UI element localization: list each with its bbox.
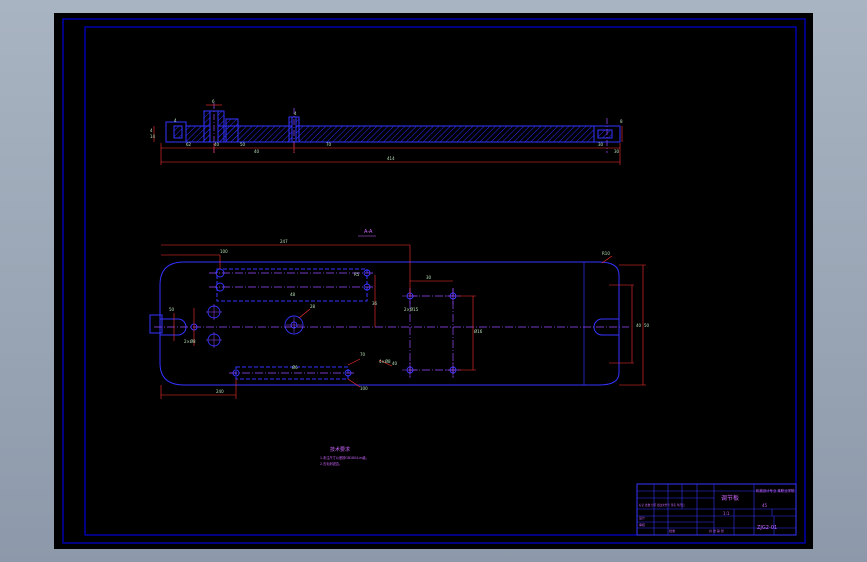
plan-dim-2: 100	[220, 249, 228, 254]
section-dim-11: 414	[387, 156, 395, 161]
plan-dim-12: 28	[310, 304, 316, 309]
section-dim-2: 62	[186, 142, 192, 147]
plan-dim-16: 50	[169, 307, 175, 312]
title-designer: 设计	[639, 515, 645, 520]
title-approval: 批准	[669, 528, 675, 533]
plan-dim-9: 40	[636, 323, 642, 328]
notes-title: 技术要求	[330, 446, 350, 453]
plan-dim-17: 2×Ø8	[184, 339, 196, 344]
plan-dim-11: Ø6	[292, 365, 298, 370]
section-dim-14: 4	[294, 111, 297, 116]
plate-outline	[159, 261, 620, 386]
section-dim-8: 70	[326, 142, 332, 147]
plan-dim-7: 2×Ø15	[404, 307, 419, 312]
plan-dim-8: R10	[602, 251, 610, 256]
title-drawing-no: ZJG2-01	[757, 525, 777, 531]
drawing-sheet: 4 62 40 50 14 6 4 70 40 30 414 30 8 4 A-A	[54, 13, 813, 549]
plan-dim-13: 70	[360, 352, 366, 357]
section-dim-1: 4	[150, 128, 153, 133]
section-dim-10: 30	[598, 142, 604, 147]
plan-dim-10: 50	[644, 323, 650, 328]
plan-dim-3: 48	[290, 292, 296, 297]
plan-dim-15: 40	[392, 361, 398, 366]
title-weight: 共 张 第 张	[709, 528, 724, 533]
section-dim-3: 40	[214, 142, 220, 147]
section-dim-5: 14	[150, 134, 156, 139]
plan-dim-6: 36	[372, 301, 378, 306]
section-dim-6: 6	[212, 99, 215, 104]
plan-dim-18: 4×Ø8	[379, 359, 391, 364]
section-dim-13: 8	[620, 119, 623, 124]
section-boss-2	[225, 118, 239, 143]
section-dim-9: 40	[254, 149, 260, 154]
cad-drawing: 462 40 5014647040304143084 A-A 247100483…	[62, 18, 806, 544]
title-checker: 审核	[639, 522, 645, 527]
plan-dim-19: Ø16	[474, 329, 483, 334]
title-scale: 1:1	[723, 511, 730, 516]
technical-notes: 技术要求 1.未注尺寸公差按GB1804-m级。 2.去毛刺锐边。	[320, 446, 369, 466]
view-label: A-A	[364, 229, 373, 235]
section-view: 462 40 5014647040304143084	[150, 99, 623, 165]
plan-dim-20: R5	[354, 272, 360, 277]
plan-dim-5: 240	[216, 389, 224, 394]
plan-dim-4: 30	[426, 275, 432, 280]
notes-line-2: 2.去毛刺锐边。	[320, 461, 342, 466]
section-dim-4: 50	[240, 142, 246, 147]
notes-line-1: 1.未注尺寸公差按GB1804-m级。	[320, 455, 369, 460]
title-material: 45	[762, 503, 768, 508]
plan-dim-14: 100	[360, 386, 368, 391]
plan-view: A-A 2471004830240362×Ø15R1040 50Ø6287010…	[149, 229, 650, 399]
section-dim-12: 30	[614, 149, 620, 154]
title-part-name: 调节板	[721, 494, 739, 502]
plan-dim-1: 247	[280, 239, 288, 244]
title-standard: 标记 处数 分区 更改文件号 签名 年月日	[639, 503, 685, 507]
title-company: 机械设计专业 某职业学院	[756, 488, 795, 493]
title-block: 调节板 机械设计专业 某职业学院 45 1:1 ZJG2-01 标记 处数 分区…	[636, 483, 797, 536]
